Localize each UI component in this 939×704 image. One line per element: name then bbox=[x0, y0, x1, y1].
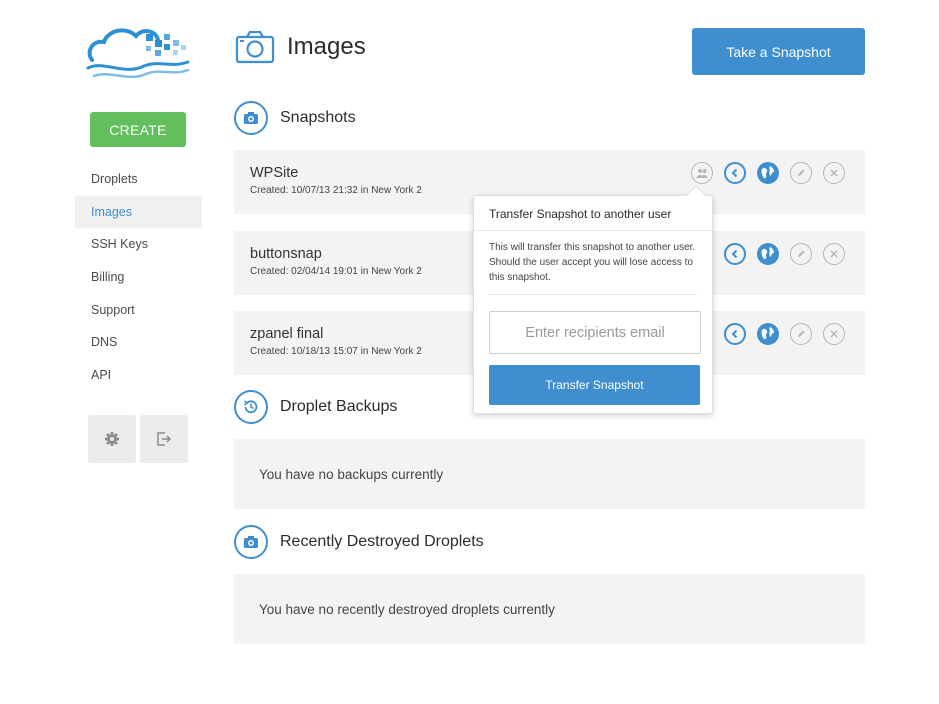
divider bbox=[474, 230, 712, 231]
transfer-user-button[interactable] bbox=[691, 162, 713, 184]
close-icon bbox=[830, 250, 838, 258]
divider bbox=[489, 294, 697, 295]
create-button[interactable]: CREATE bbox=[90, 112, 186, 147]
edit-button[interactable] bbox=[790, 243, 812, 265]
camera-icon bbox=[234, 101, 268, 135]
camera-icon bbox=[234, 525, 268, 559]
restore-button[interactable] bbox=[724, 323, 746, 345]
backups-title: Droplet Backups bbox=[280, 398, 398, 415]
edit-button[interactable] bbox=[790, 162, 812, 184]
destroyed-title: Recently Destroyed Droplets bbox=[280, 533, 484, 550]
snapshot-meta: Created: 10/07/13 21:32 in New York 2 bbox=[250, 185, 422, 196]
region-button[interactable] bbox=[757, 243, 779, 265]
edit-button[interactable] bbox=[790, 323, 812, 345]
chevron-left-icon bbox=[731, 249, 738, 259]
restore-button[interactable] bbox=[724, 243, 746, 265]
logo[interactable] bbox=[84, 20, 194, 84]
backups-empty-message: You have no backups currently bbox=[234, 439, 865, 509]
popover-description: This will transfer this snapshot to anot… bbox=[489, 242, 696, 283]
snapshot-meta: Created: 10/18/13 15:07 in New York 2 bbox=[250, 346, 422, 357]
snapshots-section-header: Snapshots bbox=[234, 101, 356, 135]
snapshot-name: WPSite bbox=[250, 165, 299, 181]
chevron-left-icon bbox=[731, 168, 738, 178]
gear-icon bbox=[105, 432, 119, 446]
pencil-icon bbox=[798, 169, 805, 176]
delete-button[interactable] bbox=[823, 243, 845, 265]
take-snapshot-button[interactable]: Take a Snapshot bbox=[692, 28, 865, 75]
sidebar-nav: Droplets Images SSH Keys Billing Support… bbox=[75, 163, 202, 391]
snapshot-actions bbox=[691, 323, 845, 345]
close-icon bbox=[830, 169, 838, 177]
destroyed-section-header: Recently Destroyed Droplets bbox=[234, 525, 484, 559]
delete-button[interactable] bbox=[823, 323, 845, 345]
pencil-icon bbox=[798, 330, 805, 337]
sidebar-item-support[interactable]: Support bbox=[75, 293, 202, 326]
snapshot-name: zpanel final bbox=[250, 326, 324, 342]
sidebar-item-billing[interactable]: Billing bbox=[75, 261, 202, 294]
history-icon bbox=[234, 390, 268, 424]
logout-icon bbox=[157, 432, 172, 446]
snapshot-name: buttonsnap bbox=[250, 246, 322, 262]
restore-button[interactable] bbox=[724, 162, 746, 184]
popover-title: Transfer Snapshot to another user bbox=[489, 207, 672, 221]
destroyed-empty-message: You have no recently destroyed droplets … bbox=[234, 574, 865, 644]
backups-section-header: Droplet Backups bbox=[234, 390, 397, 424]
cloud-logo-icon bbox=[86, 28, 190, 79]
pencil-icon bbox=[798, 250, 805, 257]
snapshots-title: Snapshots bbox=[280, 109, 356, 126]
snapshot-actions bbox=[691, 162, 845, 184]
region-button[interactable] bbox=[757, 323, 779, 345]
close-icon bbox=[830, 330, 838, 338]
sidebar-item-api[interactable]: API bbox=[75, 359, 202, 392]
snapshot-meta: Created: 02/04/14 19:01 in New York 2 bbox=[250, 266, 422, 277]
sidebar-item-dns[interactable]: DNS bbox=[75, 326, 202, 359]
settings-button[interactable] bbox=[88, 415, 136, 463]
users-icon bbox=[696, 169, 708, 178]
region-button[interactable] bbox=[757, 162, 779, 184]
globe-icon bbox=[758, 244, 778, 264]
transfer-popover: Transfer Snapshot to another user This w… bbox=[473, 185, 713, 414]
logout-button[interactable] bbox=[140, 415, 188, 463]
globe-icon bbox=[758, 163, 778, 183]
sidebar-item-droplets[interactable]: Droplets bbox=[75, 163, 202, 196]
page-header: Images bbox=[235, 30, 366, 64]
sidebar-item-images[interactable]: Images bbox=[75, 195, 202, 229]
chevron-left-icon bbox=[731, 329, 738, 339]
sidebar-item-ssh-keys[interactable]: SSH Keys bbox=[75, 228, 202, 261]
page-title: Images bbox=[287, 33, 366, 60]
delete-button[interactable] bbox=[823, 162, 845, 184]
camera-icon bbox=[235, 30, 275, 64]
transfer-snapshot-button[interactable]: Transfer Snapshot bbox=[489, 365, 700, 405]
recipient-email-input[interactable] bbox=[489, 311, 701, 354]
snapshot-actions bbox=[691, 243, 845, 265]
globe-icon bbox=[758, 324, 778, 344]
